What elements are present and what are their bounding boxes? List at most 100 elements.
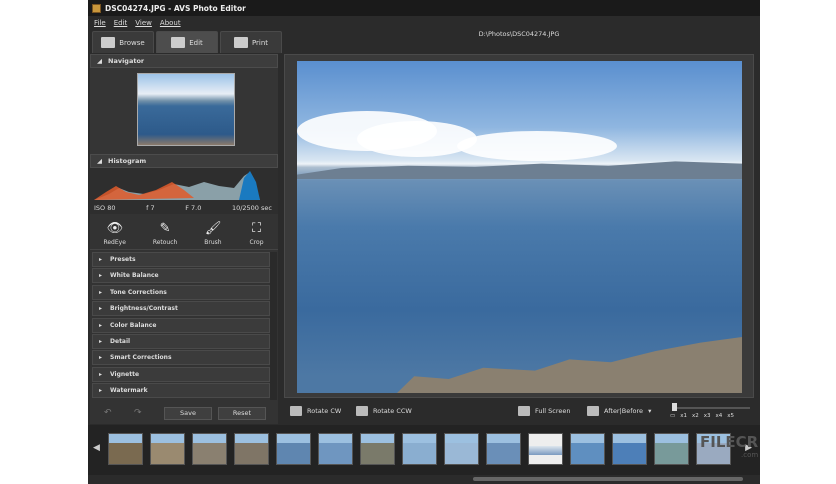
panel-scrollbar[interactable] xyxy=(270,252,277,400)
filmstrip-thumbnail[interactable] xyxy=(528,433,563,465)
navigator-header[interactable]: ◢ Navigator xyxy=(90,54,278,68)
zoom-mark[interactable]: x4 xyxy=(716,413,723,419)
zoom-slider[interactable]: ▭ x1 x2 x3 x4 x5 xyxy=(670,402,754,422)
menu-about[interactable]: About xyxy=(160,19,181,27)
section-title: Color Balance xyxy=(110,321,157,329)
rocks xyxy=(397,337,742,393)
section-detail[interactable]: ▸ Detail xyxy=(92,333,270,349)
section-white-balance[interactable]: ▸ White Balance xyxy=(92,268,270,284)
title-bar: DSC04274.JPG - AVS Photo Editor xyxy=(88,0,760,16)
filmstrip-thumbnail[interactable] xyxy=(150,433,185,465)
scroll-left-icon[interactable]: ◀ xyxy=(93,443,100,453)
section-tone-corrections[interactable]: ▸ Tone Corrections xyxy=(92,284,270,300)
filmstrip-thumbnail[interactable] xyxy=(570,433,605,465)
app-window: DSC04274.JPG - AVS Photo Editor File Edi… xyxy=(88,0,760,484)
section-watermark[interactable]: ▸ Watermark xyxy=(92,383,270,399)
expand-icon: ▸ xyxy=(99,256,103,263)
filmstrip-thumbnail[interactable] xyxy=(444,433,479,465)
tool-label: Retouch xyxy=(152,239,178,246)
filmstrip-scrollbar[interactable] xyxy=(473,477,743,481)
redo-icon[interactable]: ↷ xyxy=(134,408,158,418)
tool-redeye[interactable]: 👁 RedEye xyxy=(103,221,126,247)
reset-button[interactable]: Reset xyxy=(218,406,266,420)
tab-label: Print xyxy=(251,38,269,47)
tab-edit[interactable]: Edit xyxy=(156,31,218,53)
main-photo[interactable] xyxy=(297,61,742,393)
tools-bar: 👁 RedEye ✎ Retouch 🖌 Brush ⛶ Crop xyxy=(90,214,278,250)
expand-icon: ▸ xyxy=(99,354,103,362)
section-smart-corrections[interactable]: ▸ Smart Corrections xyxy=(92,350,270,366)
section-vignette[interactable]: ▸ Vignette xyxy=(92,366,270,382)
app-icon xyxy=(92,3,101,13)
tool-crop[interactable]: ⛶ Crop xyxy=(249,222,265,247)
section-brightness-contrast[interactable]: ▸ Brightness/Contrast xyxy=(92,301,270,317)
zoom-handle[interactable] xyxy=(672,403,677,411)
section-title: Detail xyxy=(110,337,131,345)
filmstrip-thumbnail[interactable] xyxy=(234,433,269,465)
left-panel: ◢ Navigator ◢ Histogram ISO 80 f 7 F 7.0 1… xyxy=(90,54,278,424)
section-color-balance[interactable]: ▸ Color Balance xyxy=(92,317,270,333)
filmstrip-thumbnail[interactable] xyxy=(654,433,689,465)
filmstrip-thumbnail[interactable] xyxy=(318,433,353,465)
tool-label: RedEye xyxy=(103,239,126,246)
undo-icon[interactable]: ↶ xyxy=(104,408,128,418)
rotate-ccw-button[interactable]: Rotate CCW xyxy=(356,406,412,416)
zoom-mark[interactable]: x3 xyxy=(704,413,711,419)
zoom-mark[interactable]: x5 xyxy=(727,413,734,419)
section-title: Vignette xyxy=(110,370,140,378)
expand-icon: ▸ xyxy=(99,288,103,296)
collapse-icon: ◢ xyxy=(97,57,102,65)
menu-view[interactable]: View xyxy=(135,19,152,27)
menu-file[interactable]: File xyxy=(94,19,106,27)
zoom-mark[interactable]: x2 xyxy=(692,413,699,419)
histogram: ISO 80 f 7 F 7.0 10/2500 sec xyxy=(90,168,278,214)
edit-icon xyxy=(171,37,186,48)
filmstrip-thumbnail[interactable] xyxy=(402,433,437,465)
brush-icon: 🖌 xyxy=(204,221,222,236)
menu-edit[interactable]: Edit xyxy=(114,19,128,27)
filmstrip-thumbnail[interactable] xyxy=(192,433,227,465)
filmstrip-thumbnail[interactable] xyxy=(612,433,647,465)
filmstrip-thumbnail[interactable] xyxy=(276,433,311,465)
expand-icon: ▸ xyxy=(99,272,103,280)
filmstrip-thumbnail[interactable] xyxy=(486,433,521,465)
section-title: Navigator xyxy=(108,57,145,65)
section-title: White Balance xyxy=(110,272,159,280)
tab-print[interactable]: Print xyxy=(220,31,282,53)
eye-icon: 👁 xyxy=(106,221,124,236)
filmstrip-thumbnail[interactable] xyxy=(360,433,395,465)
save-button[interactable]: Save xyxy=(164,406,212,420)
filmstrip: ◀ ▶ xyxy=(88,425,760,475)
tab-browse[interactable]: Browse xyxy=(92,31,154,53)
rotate-cw-button[interactable]: Rotate CW xyxy=(290,406,341,416)
navigator-thumbnail[interactable] xyxy=(137,73,235,146)
full-screen-button[interactable]: Full Screen xyxy=(518,406,571,416)
expand-icon: ▸ xyxy=(99,337,103,345)
section-title: Histogram xyxy=(108,157,147,165)
section-title: Watermark xyxy=(110,387,148,395)
watermark-logo: FILECR .com xyxy=(700,433,759,459)
histogram-header[interactable]: ◢ Histogram xyxy=(90,154,278,168)
section-title: Smart Corrections xyxy=(110,354,172,362)
expand-icon: ▸ xyxy=(99,305,103,313)
section-title: Tone Corrections xyxy=(110,288,167,296)
zoom-mark[interactable]: x1 xyxy=(680,413,687,419)
after-before-button[interactable]: After|Before ▾ xyxy=(587,406,651,416)
tool-brush[interactable]: 🖌 Brush xyxy=(204,221,222,247)
tab-label: Browse xyxy=(119,38,145,47)
focal-value: f 7 xyxy=(146,204,155,212)
compare-icon xyxy=(587,406,599,416)
retouch-icon: ✎ xyxy=(159,221,171,236)
filmstrip-thumbnail[interactable] xyxy=(108,433,143,465)
rotate-cw-icon xyxy=(290,406,302,416)
printer-icon xyxy=(233,37,248,48)
shutter-value: 10/2500 sec xyxy=(231,204,272,212)
collapse-icon: ◢ xyxy=(97,157,102,165)
file-path: D:\Photos\DSC04274.JPG xyxy=(478,30,560,38)
image-toolbar: Rotate CW Rotate CCW Full Screen After|B… xyxy=(284,400,754,422)
full-screen-icon xyxy=(518,406,530,416)
section-presets[interactable]: ▸ Presets xyxy=(92,252,270,267)
tool-retouch[interactable]: ✎ Retouch xyxy=(152,221,178,247)
section-title: Presets xyxy=(110,256,136,263)
fit-icon[interactable]: ▭ xyxy=(670,413,675,419)
